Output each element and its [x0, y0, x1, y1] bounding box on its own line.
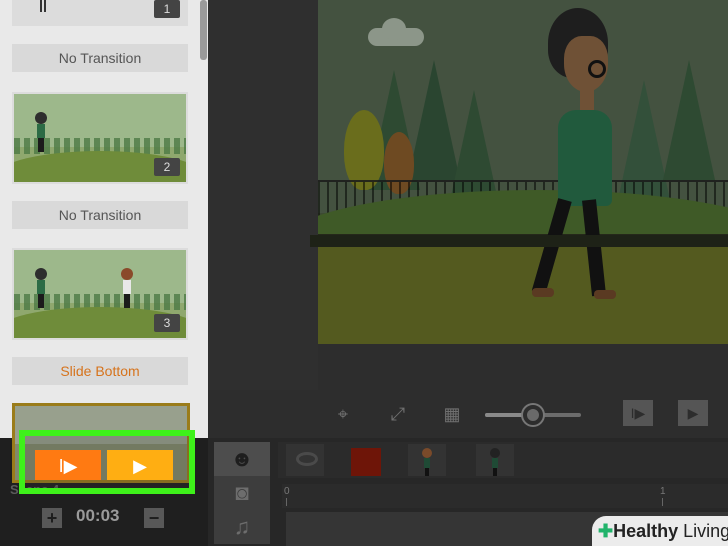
character-tab[interactable]: ☻	[214, 442, 270, 476]
stage-margin	[208, 0, 318, 390]
grid-icon[interactable]: ▦	[439, 402, 465, 426]
target-icon[interactable]: ⌖	[330, 402, 356, 426]
tree-graphic	[344, 110, 384, 190]
scene-thumbnail-1[interactable]: 1	[12, 0, 188, 26]
play-from-scene-button[interactable]: I▶	[35, 450, 101, 480]
watermark-brand-rest: Living	[678, 521, 728, 541]
music-tab[interactable]: ♫	[214, 510, 270, 544]
timeline-ruler[interactable]: 0 1	[282, 484, 728, 508]
watermark-brand-bold: Healthy	[613, 521, 679, 541]
ruler-label: 1	[660, 486, 666, 497]
zoom-slider[interactable]	[485, 405, 581, 425]
object-track	[278, 442, 728, 478]
stage-divider	[310, 235, 728, 247]
scene-thumbnail-3[interactable]: 3	[12, 248, 188, 340]
face-icon: ☻	[230, 446, 254, 471]
scene-number-badge: 3	[154, 314, 180, 332]
play-icon[interactable]: ▶	[678, 400, 708, 426]
scene-list-panel: 1 No Transition 2 No Transition 3 Slide …	[0, 0, 208, 438]
camera-icon: ◙	[235, 480, 249, 505]
decrease-duration-button[interactable]: −	[144, 508, 164, 528]
increase-duration-button[interactable]: +	[42, 508, 62, 528]
ruler-label: 0	[284, 486, 290, 497]
healthy-living-watermark: ✚Healthy Living	[592, 516, 728, 546]
transition-button-2[interactable]: No Transition	[12, 201, 188, 229]
scene-thumbnail-2[interactable]: 2	[12, 92, 188, 184]
zoom-slider-handle[interactable]	[523, 405, 543, 425]
visibility-tile[interactable]	[286, 444, 324, 476]
transition-button-1[interactable]: No Transition	[12, 44, 188, 72]
character-tile[interactable]	[408, 444, 446, 476]
character-tile[interactable]	[476, 444, 514, 476]
play-icon: ▶	[133, 456, 147, 476]
play-from-scene-icon[interactable]: I▶	[623, 400, 653, 426]
timeline-tabs: ☻ ◙ ♫	[214, 438, 270, 546]
scene-duration: 00:03	[76, 506, 120, 525]
eye-icon	[296, 452, 318, 466]
scene-number-badge: 2	[154, 158, 180, 176]
plus-logo-icon: ✚	[598, 521, 614, 541]
scene-canvas[interactable]	[318, 0, 728, 344]
camera-tab[interactable]: ◙	[214, 476, 270, 510]
scene-list-scrollbar[interactable]	[200, 0, 207, 60]
playback-controls: ⌖ ⤢ ▦ I▶ ▶	[318, 390, 728, 436]
play-from-scene-icon: I▶	[58, 456, 78, 476]
transition-button-3[interactable]: Slide Bottom	[12, 357, 188, 385]
highlight-box: I▶ ▶	[19, 430, 195, 494]
scene-number-badge: 1	[154, 0, 180, 18]
app-root: 1 No Transition 2 No Transition 3 Slide …	[0, 0, 728, 546]
background-tile[interactable]	[351, 448, 381, 476]
cloud-graphic	[368, 18, 424, 46]
music-icon: ♫	[233, 514, 251, 539]
fullscreen-icon[interactable]: ⤢	[385, 402, 411, 426]
scene-duration-control: + 00:03 −	[42, 506, 166, 528]
play-button[interactable]: ▶	[107, 450, 173, 480]
